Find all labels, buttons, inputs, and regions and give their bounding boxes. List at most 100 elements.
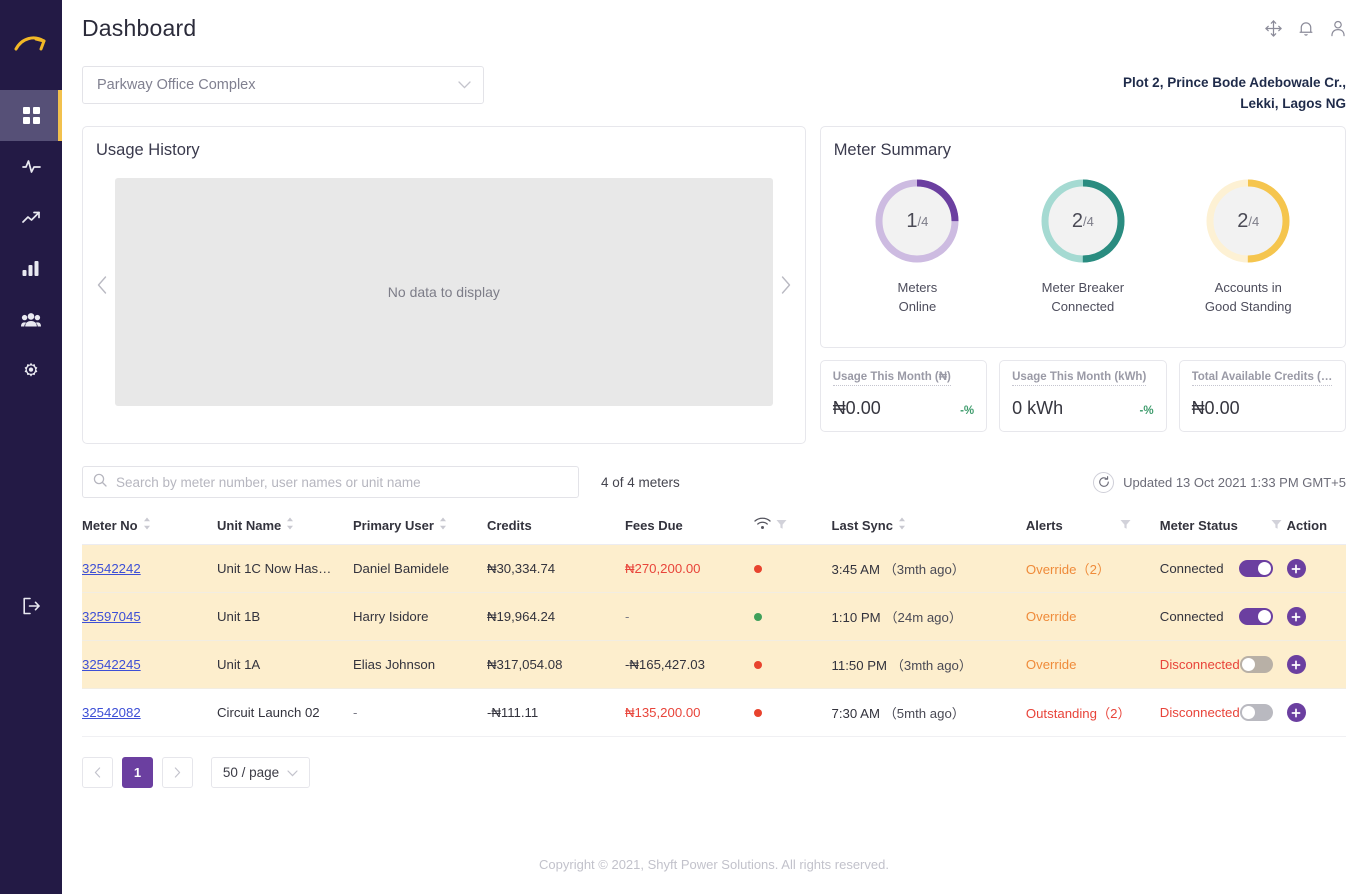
cell-action	[1286, 688, 1346, 737]
column-meter-no[interactable]: Meter No	[82, 508, 217, 545]
meter-no-link[interactable]: 32597045	[82, 609, 141, 624]
trending-up-icon	[21, 211, 40, 223]
topbar-actions	[1265, 19, 1346, 37]
move-arrows-icon[interactable]	[1265, 19, 1282, 37]
stat-bottom: 0 kWh -%	[1012, 398, 1153, 419]
pagination-prev-button[interactable]	[82, 757, 113, 788]
site-select[interactable]: Parkway Office Complex	[82, 66, 484, 104]
plus-circle-icon[interactable]	[1286, 607, 1306, 626]
sidebar-item-reports[interactable]	[0, 243, 62, 294]
usage-history-next-button[interactable]	[781, 276, 791, 294]
bell-icon[interactable]	[1298, 20, 1314, 37]
app-logo[interactable]	[0, 0, 62, 90]
grid-dashboard-icon	[22, 107, 40, 124]
sidebar-item-users[interactable]	[0, 294, 62, 345]
stat-label: Usage This Month (kWh)	[1012, 371, 1147, 386]
cell-meter-status: Connected	[1159, 592, 1287, 641]
cell-primary-user: Elias Johnson	[352, 640, 487, 689]
plus-circle-icon[interactable]	[1286, 655, 1306, 674]
table-row[interactable]: 32542245 Unit 1A Elias Johnson ₦317,054.…	[82, 640, 1346, 689]
meter-no-link[interactable]: 32542242	[82, 561, 141, 576]
donut-ring: 1 /4	[872, 176, 962, 266]
table-row[interactable]: 32542242 Unit 1C Now Has… Daniel Bamidel…	[82, 544, 1346, 593]
sidebar-item-dashboard[interactable]	[0, 90, 62, 141]
footer: Copyright © 2021, Shyft Power Solutions.…	[539, 857, 889, 872]
sidebar-item-activity[interactable]	[0, 141, 62, 192]
subbar: Parkway Office Complex Plot 2, Prince Bo…	[62, 56, 1366, 114]
cell-meter-no: 32542082	[82, 688, 217, 737]
stat-bottom: ₦0.00 -%	[833, 398, 974, 419]
usage-history-panel: Usage History No data to display	[82, 126, 806, 444]
filter-icon[interactable]	[1120, 518, 1131, 533]
meter-summary-title: Meter Summary	[833, 141, 952, 159]
logout-icon	[22, 597, 40, 615]
column-credits: Credits	[486, 508, 625, 545]
usage-history-empty-message: No data to display	[387, 284, 500, 300]
pagination-next-button[interactable]	[162, 757, 193, 788]
meter-no-link[interactable]: 32542082	[82, 705, 141, 720]
column-last-sync[interactable]: Last Sync	[831, 508, 1026, 545]
filter-icon[interactable]	[776, 518, 787, 533]
summary-column: Meter Summary 1 /4 Meters Online 2 /4 Me…	[819, 126, 1346, 444]
cell-signal	[753, 592, 832, 641]
donut-value-label: 1 /4	[872, 176, 962, 266]
stat-value: 0 kWh	[1012, 398, 1064, 418]
sidebar-item-logout[interactable]	[0, 586, 62, 626]
sidebar	[0, 0, 62, 894]
cell-unit-name: Unit 1B	[216, 592, 353, 641]
sort-arrows-icon[interactable]	[286, 517, 294, 533]
user-account-icon[interactable]	[1330, 20, 1346, 37]
search-box[interactable]	[82, 466, 579, 498]
table-row[interactable]: 32597045 Unit 1B Harry Isidore ₦19,964.2…	[82, 592, 1346, 641]
usage-history-prev-button[interactable]	[97, 276, 107, 294]
column-label: Primary User	[352, 517, 434, 533]
last-sync-ago: （3mth ago）	[890, 658, 973, 673]
cell-fees-due: -₦165,427.03	[624, 640, 754, 689]
stat-card-usage-kwh: Usage This Month (kWh) 0 kWh -%	[999, 360, 1167, 432]
signal-status-dot	[753, 709, 762, 717]
meter-status-toggle[interactable]	[1238, 560, 1273, 577]
per-page-value: 50 / page	[222, 765, 280, 780]
sort-arrows-icon[interactable]	[143, 517, 151, 533]
cell-alerts: Override	[1025, 640, 1160, 689]
donut-caption: Meters Online	[898, 278, 938, 316]
column-unit-name[interactable]: Unit Name	[216, 508, 353, 545]
cell-primary-user: -	[352, 688, 487, 737]
donut-caption-line-1: Meters	[897, 280, 938, 295]
sort-arrows-icon[interactable]	[439, 517, 447, 533]
stat-delta: -%	[1139, 405, 1154, 417]
pagination-page-1[interactable]: 1	[122, 757, 153, 788]
plus-circle-icon[interactable]	[1286, 703, 1306, 722]
column-label: Credits	[486, 517, 532, 533]
cell-primary-user: Daniel Bamidele	[352, 544, 487, 593]
refresh-icon[interactable]	[1093, 471, 1115, 493]
meter-status-toggle[interactable]	[1239, 656, 1273, 673]
address-line-1: Plot 2, Prince Bode Adebowale Cr.,	[1122, 75, 1346, 90]
cell-unit-name: Unit 1C Now Has…	[216, 544, 353, 593]
donut-meter-breaker-connected: 2 /4 Meter Breaker Connected	[1008, 176, 1158, 316]
search-input[interactable]	[116, 474, 568, 490]
users-group-icon	[21, 312, 41, 326]
sort-arrows-icon[interactable]	[898, 517, 906, 533]
per-page-select[interactable]: 50 / page	[211, 757, 310, 788]
filter-icon[interactable]	[1271, 518, 1282, 533]
cell-fees-due: -	[624, 592, 754, 641]
table-row[interactable]: 32542082 Circuit Launch 02 - -₦111.11 ₦1…	[82, 688, 1346, 737]
updated-text: Updated 13 Oct 2021 1:33 PM GMT+5	[1123, 474, 1346, 490]
meter-status-toggle[interactable]	[1239, 704, 1273, 721]
meter-status-text: Disconnected	[1159, 657, 1240, 672]
donut-caption-line-2: Connected	[1051, 299, 1115, 314]
meter-status-toggle[interactable]	[1238, 608, 1273, 625]
last-sync-ago: （24m ago）	[884, 610, 963, 625]
column-primary-user[interactable]: Primary User	[352, 508, 487, 545]
cell-meter-status: Disconnected	[1159, 640, 1287, 689]
meter-no-link[interactable]: 32542245	[82, 657, 141, 672]
meter-status-text: Connected	[1159, 561, 1224, 576]
signal-status-dot	[753, 565, 762, 573]
stat-delta: -%	[960, 405, 975, 417]
donut-caption-line-2: Online	[898, 299, 937, 314]
sidebar-item-settings[interactable]	[0, 345, 62, 396]
donut-denominator: /4	[1248, 213, 1260, 229]
plus-circle-icon[interactable]	[1286, 559, 1306, 578]
sidebar-item-trends[interactable]	[0, 192, 62, 243]
